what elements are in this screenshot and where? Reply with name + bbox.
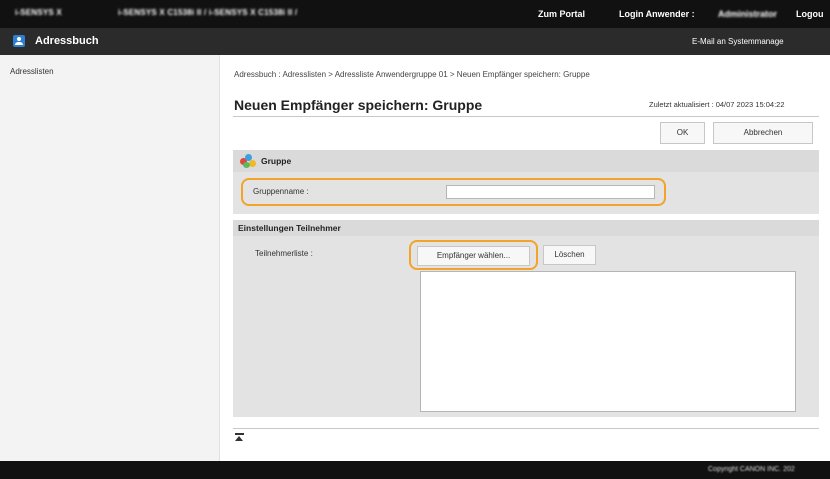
members-section-title: Einstellungen Teilnehmer	[238, 223, 341, 233]
members-section: Einstellungen Teilnehmer Teilnehmerliste…	[233, 220, 819, 417]
page-title: Neuen Empfänger speichern: Gruppe	[234, 97, 483, 113]
last-updated: Zuletzt aktualisiert : 04/07 2023 15:04:…	[649, 100, 785, 109]
logout-link[interactable]: Logou	[796, 9, 824, 19]
group-name-input[interactable]	[446, 185, 655, 199]
group-name-row: Gruppenname :	[241, 178, 666, 206]
model-name: i-SENSYS X	[15, 8, 62, 17]
login-label: Login Anwender :	[619, 9, 695, 19]
group-icon	[239, 153, 257, 169]
ok-button[interactable]: OK	[660, 122, 705, 144]
main-content: Adressbuch : Adresslisten > Adressliste …	[220, 55, 830, 461]
copyright: Copyright CANON INC. 202	[708, 466, 795, 473]
app-bar: Adressbuch E-Mail an Systemmanage	[0, 28, 830, 55]
mail-admin-link[interactable]: E-Mail an Systemmanage	[692, 37, 784, 46]
choose-recipient-highlight: Empfänger wählen...	[409, 240, 538, 270]
group-section-title: Gruppe	[261, 156, 292, 166]
group-section-header: Gruppe	[233, 150, 819, 172]
footer: Copyright CANON INC. 202	[0, 461, 830, 479]
divider	[233, 116, 819, 117]
back-to-top-icon[interactable]	[235, 433, 244, 443]
group-name-label: Gruppenname :	[253, 187, 309, 196]
group-section: Gruppe Gruppenname :	[233, 150, 819, 214]
members-section-header: Einstellungen Teilnehmer	[233, 220, 819, 236]
portal-link[interactable]: Zum Portal	[538, 9, 585, 19]
sidebar: Adresslisten	[0, 55, 220, 461]
model-path: i-SENSYS X C1538i II / i-SENSYS X C1538i…	[118, 8, 298, 17]
divider	[233, 428, 819, 429]
app-title: Adressbuch	[35, 35, 99, 47]
cancel-button[interactable]: Abbrechen	[713, 122, 813, 144]
choose-recipient-button[interactable]: Empfänger wählen...	[417, 246, 530, 266]
login-user: Administrator	[718, 9, 778, 19]
breadcrumb: Adressbuch : Adresslisten > Adressliste …	[234, 70, 590, 79]
delete-button[interactable]: Löschen	[543, 245, 596, 265]
member-list-box[interactable]	[420, 271, 796, 412]
member-list-label: Teilnehmerliste :	[255, 249, 313, 258]
address-book-icon	[13, 35, 25, 47]
sidebar-item-adresslisten[interactable]: Adresslisten	[0, 63, 220, 80]
top-bar: i-SENSYS X i-SENSYS X C1538i II / i-SENS…	[0, 0, 830, 28]
